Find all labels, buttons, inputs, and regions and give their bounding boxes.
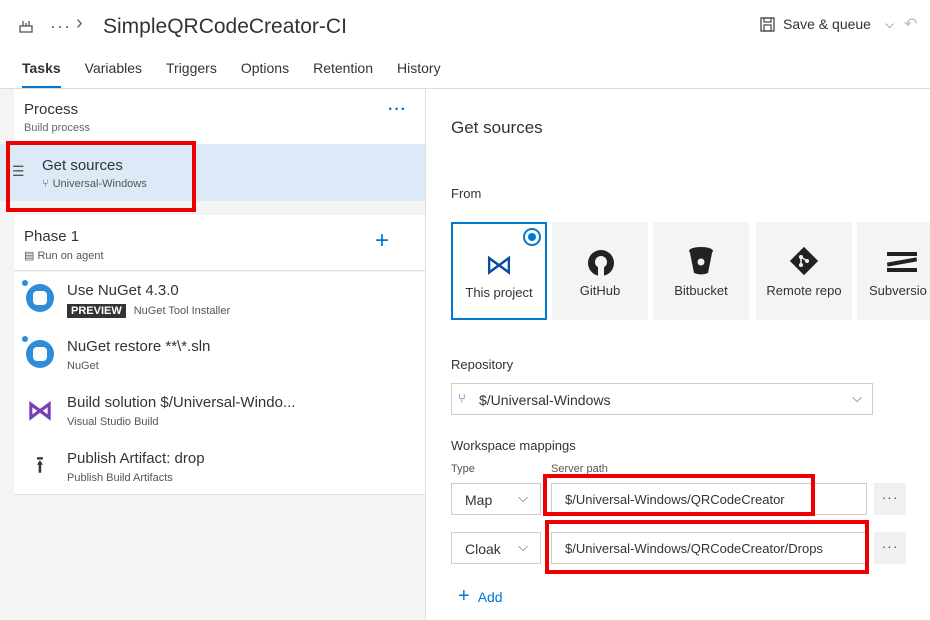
breadcrumb-more-button[interactable]: ··· bbox=[50, 16, 71, 37]
tab-triggers[interactable]: Triggers bbox=[166, 56, 217, 88]
mapping-type-select[interactable]: Cloak ⌵ bbox=[451, 532, 541, 564]
phase-subtitle-text: Run on agent bbox=[37, 250, 104, 262]
source-remote-repo[interactable]: Remote repo bbox=[756, 222, 852, 320]
task-item[interactable]: Use NuGet 4.3.0 PREVIEW NuGet Tool Instal… bbox=[14, 272, 425, 328]
github-icon bbox=[588, 250, 614, 276]
task-subtitle: Publish Build Artifacts bbox=[67, 472, 173, 484]
chevron-down-icon: ⌵ bbox=[518, 539, 528, 554]
process-item[interactable]: Process Build process ··· bbox=[14, 89, 425, 144]
subversion-icon bbox=[887, 252, 917, 272]
source-bitbucket[interactable]: Bitbucket bbox=[653, 222, 749, 320]
phase-item[interactable]: Phase 1 ▤ Run on agent + bbox=[14, 215, 425, 271]
bitbucket-icon bbox=[689, 247, 713, 275]
task-subtitle-text: NuGet Tool Installer bbox=[133, 305, 231, 317]
task-item[interactable]: ⋈ Build solution $/Universal-Windo... Vi… bbox=[14, 384, 425, 440]
source-label: GitHub bbox=[579, 283, 621, 298]
add-mapping-button[interactable]: + Add bbox=[458, 585, 503, 608]
save-icon bbox=[760, 16, 775, 32]
add-task-button[interactable]: + bbox=[375, 227, 389, 255]
task-subtitle: PREVIEW NuGet Tool Installer bbox=[67, 304, 230, 318]
highlight-box-map-path bbox=[543, 474, 815, 516]
phase-subtitle: ▤ Run on agent bbox=[24, 249, 104, 262]
selected-radio-icon bbox=[523, 228, 541, 246]
workspace-mappings-label: Workspace mappings bbox=[451, 438, 576, 453]
task-title: Use NuGet 4.3.0 bbox=[67, 282, 179, 299]
header: ··· › SimpleQRCodeCreator-CI Save & queu… bbox=[0, 0, 930, 56]
undo-icon[interactable]: ↶ bbox=[904, 14, 917, 34]
phase-title: Phase 1 bbox=[24, 228, 80, 245]
page-title: SimpleQRCodeCreator-CI bbox=[103, 15, 347, 38]
add-mapping-label: Add bbox=[477, 588, 503, 605]
mapping-type-value: Map bbox=[465, 492, 493, 508]
details-title: Get sources bbox=[451, 118, 543, 137]
git-icon bbox=[789, 246, 819, 276]
source-label: This project bbox=[465, 285, 533, 300]
mapping-type-value: Cloak bbox=[465, 541, 501, 557]
source-label: Bitbucket bbox=[674, 283, 728, 298]
visual-studio-icon: ⋈ bbox=[485, 249, 513, 280]
chevron-down-icon: ⌵ bbox=[518, 490, 528, 505]
chevron-down-icon[interactable]: ⌵ bbox=[885, 17, 894, 32]
repository-value: $/Universal-Windows bbox=[479, 392, 611, 408]
save-and-queue-label: Save & queue bbox=[783, 16, 871, 32]
mapping-more-button[interactable]: ··· bbox=[874, 532, 906, 564]
tab-variables[interactable]: Variables bbox=[85, 56, 142, 88]
highlight-box-cloak-path bbox=[545, 520, 869, 574]
task-item[interactable]: NuGet restore **\*.sln NuGet bbox=[14, 328, 425, 384]
visual-studio-icon: ⋈ bbox=[27, 395, 53, 425]
source-github[interactable]: GitHub bbox=[552, 222, 648, 320]
mapping-more-button[interactable]: ··· bbox=[874, 483, 906, 515]
tab-options[interactable]: Options bbox=[241, 56, 289, 88]
tab-tasks[interactable]: Tasks bbox=[22, 56, 61, 88]
nuget-icon bbox=[22, 280, 54, 312]
repository-icon: ⑂ bbox=[458, 391, 466, 406]
upload-icon: ⭱ bbox=[35, 452, 45, 479]
source-subversion[interactable]: Subversio bbox=[857, 222, 930, 320]
source-label: Remote repo bbox=[766, 283, 842, 298]
task-title: Publish Artifact: drop bbox=[67, 450, 205, 467]
tab-retention[interactable]: Retention bbox=[313, 56, 373, 88]
task-subtitle: Visual Studio Build bbox=[67, 416, 159, 428]
highlight-box-get-sources bbox=[6, 141, 196, 212]
process-subtitle: Build process bbox=[24, 122, 91, 134]
task-list-pane: Process Build process ··· ☰ Get sources … bbox=[0, 89, 425, 620]
breadcrumb-chevron-icon: › bbox=[76, 12, 83, 34]
source-this-project[interactable]: ⋈ This project bbox=[451, 222, 547, 320]
task-title: Build solution $/Universal-Windo... bbox=[67, 394, 296, 411]
mapping-type-select[interactable]: Map ⌵ bbox=[451, 483, 541, 515]
from-label: From bbox=[451, 186, 482, 201]
agent-icon: ▤ bbox=[24, 250, 38, 262]
source-label: Subversio bbox=[869, 283, 927, 298]
repository-select[interactable]: ⑂ $/Universal-Windows ⌵ bbox=[451, 383, 873, 415]
tab-bar: Tasks Variables Triggers Options Retenti… bbox=[22, 56, 465, 88]
task-subtitle: NuGet bbox=[67, 360, 99, 372]
task-title: NuGet restore **\*.sln bbox=[67, 338, 211, 355]
plus-icon: + bbox=[458, 585, 470, 607]
pane-divider[interactable] bbox=[425, 89, 426, 620]
tab-history[interactable]: History bbox=[397, 56, 441, 88]
save-and-queue-button[interactable]: Save & queue ⌵ bbox=[760, 16, 894, 32]
chevron-down-icon: ⌵ bbox=[852, 390, 862, 405]
build-pipeline-icon bbox=[19, 21, 33, 33]
type-column-header: Type bbox=[451, 463, 475, 475]
task-item[interactable]: ⭱ Publish Artifact: drop Publish Build A… bbox=[14, 440, 425, 495]
process-more-button[interactable]: ··· bbox=[388, 101, 407, 119]
preview-badge: PREVIEW bbox=[67, 304, 126, 318]
nuget-icon bbox=[22, 336, 54, 368]
repository-label: Repository bbox=[451, 357, 514, 372]
process-title: Process bbox=[24, 101, 79, 118]
